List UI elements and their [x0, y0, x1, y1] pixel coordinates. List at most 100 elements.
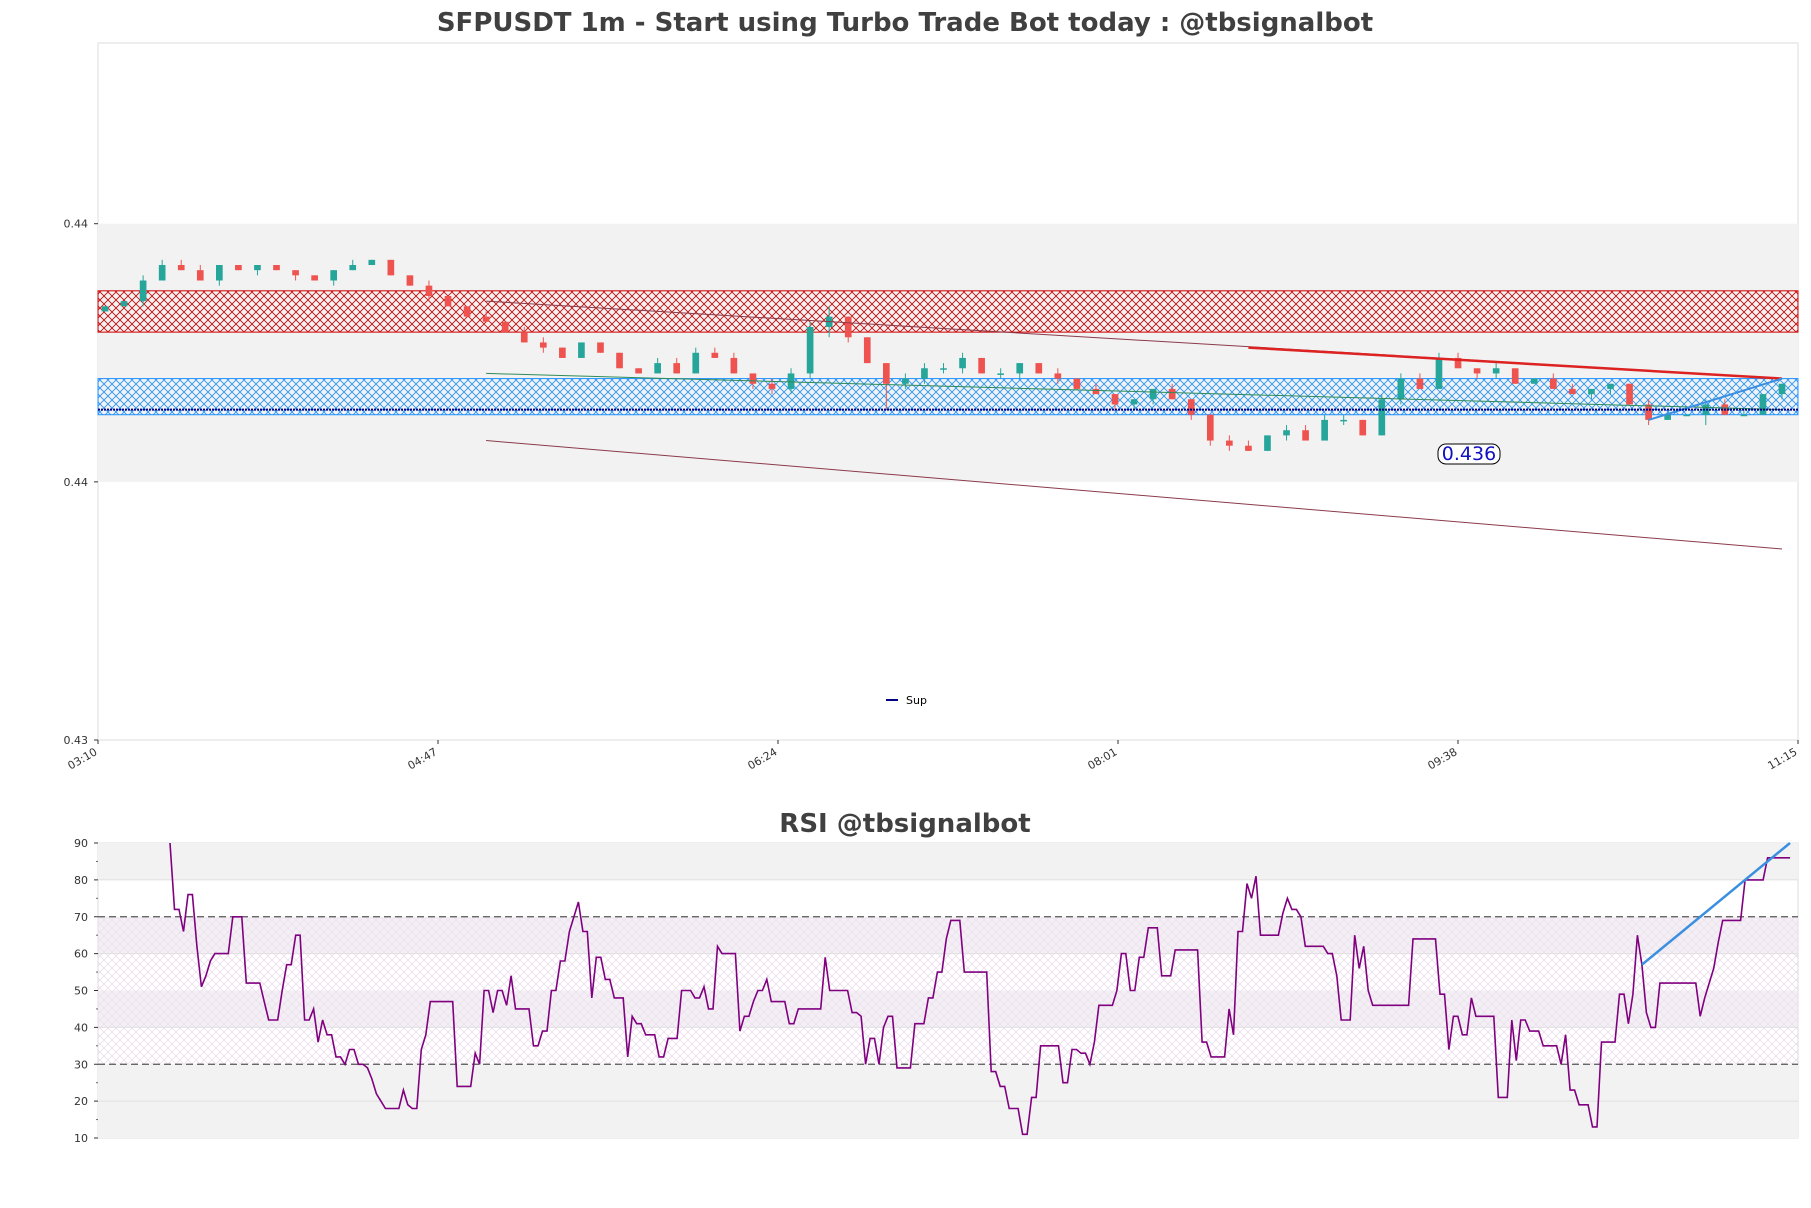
rsi-band-shade	[98, 990, 1798, 1028]
candle	[1645, 404, 1652, 420]
y-tick-label: 0.44	[64, 476, 89, 489]
x-tick-label: 06:24	[746, 745, 780, 772]
rsi-band	[98, 1064, 1798, 1102]
chart-root: SFPUSDT 1m - Start using Turbo Trade Bot…	[0, 0, 1811, 1208]
candle	[273, 265, 280, 271]
candle	[501, 321, 509, 333]
candle	[158, 265, 166, 281]
x-tick-label: 03:10	[66, 745, 100, 772]
candle	[216, 265, 223, 281]
candle	[654, 363, 661, 374]
rsi-y-tick-label: 70	[74, 911, 88, 924]
candle	[1683, 414, 1691, 417]
candle	[1473, 368, 1481, 374]
candle	[1054, 373, 1062, 379]
candle	[1092, 388, 1100, 395]
candle	[1264, 435, 1271, 451]
rsi-y-tick-label: 50	[74, 985, 88, 998]
candle	[597, 342, 604, 353]
candle	[1416, 378, 1424, 389]
candle	[997, 373, 1005, 375]
candle	[940, 368, 947, 370]
y-tick-label: 0.43	[64, 734, 89, 747]
candle	[311, 275, 318, 281]
candle	[787, 373, 795, 389]
candle	[1340, 419, 1348, 422]
candle	[482, 316, 490, 322]
main-y-ticks: 0.44 0.44 0.43	[64, 218, 98, 747]
candle	[1359, 419, 1367, 436]
rsi-chart-title: RSI @tbsignalbot	[779, 809, 1030, 839]
candle	[1168, 388, 1176, 400]
candle	[330, 270, 338, 281]
candle	[444, 295, 452, 307]
candle	[1283, 430, 1290, 436]
rsi-band	[98, 1101, 1798, 1138]
candle	[1511, 368, 1519, 384]
candle	[1226, 440, 1233, 446]
candle	[235, 265, 242, 271]
candle	[196, 270, 204, 281]
candle	[254, 265, 261, 271]
candle	[1397, 378, 1405, 400]
candle	[1569, 388, 1576, 395]
candle	[1607, 383, 1614, 389]
rsi-y-tick-label: 90	[74, 837, 88, 850]
candle	[673, 363, 681, 374]
candle	[692, 352, 700, 374]
x-tick-label: 08:01	[1086, 745, 1120, 772]
x-tick-label: 09:38	[1426, 745, 1460, 772]
candle	[959, 357, 966, 369]
candle	[139, 280, 147, 302]
candle	[1549, 378, 1557, 389]
y-tick-label: 0.44	[64, 218, 89, 231]
x-tick-label: 04:47	[406, 745, 440, 772]
candle	[1435, 357, 1443, 389]
legend-sup: Sup	[906, 694, 927, 707]
candle	[882, 363, 890, 384]
candle	[1740, 414, 1748, 417]
candle	[844, 316, 852, 338]
candle	[1187, 399, 1195, 415]
candle	[1530, 378, 1538, 384]
rsi-y-tick-label: 20	[74, 1095, 88, 1108]
candle	[749, 373, 757, 384]
candle	[1321, 419, 1328, 441]
rsi-y-ticks: 10 20 30 40 50 60 70 80 90	[74, 837, 98, 1145]
candle	[1588, 388, 1595, 395]
candle	[1206, 414, 1214, 441]
candle	[1016, 363, 1024, 374]
candle	[1778, 383, 1786, 395]
candle	[978, 357, 985, 374]
candle	[1492, 368, 1500, 374]
candle	[349, 265, 357, 271]
candle	[730, 357, 738, 374]
rsi-y-tick-label: 30	[74, 1058, 88, 1071]
candle	[1073, 378, 1081, 389]
candle	[177, 265, 185, 271]
candle	[1130, 399, 1138, 405]
x-tick-label: 11:15	[1766, 745, 1800, 772]
candle	[711, 352, 719, 358]
resistance-zone	[97, 290, 1799, 333]
candle	[292, 270, 299, 276]
candle	[368, 259, 376, 266]
candle	[1626, 383, 1633, 405]
candle	[463, 306, 471, 317]
candle	[406, 275, 414, 286]
price-label-box: 0.436	[1437, 443, 1501, 465]
candle	[902, 378, 909, 384]
candle	[806, 326, 814, 374]
candle	[768, 383, 776, 389]
candle	[120, 301, 128, 307]
main-chart-title: SFPUSDT 1m - Start using Turbo Trade Bot…	[437, 8, 1373, 38]
candle	[1111, 394, 1119, 405]
candle	[520, 332, 528, 343]
candle	[539, 342, 547, 348]
price-label: 0.436	[1442, 443, 1496, 465]
rsi-y-tick-label: 10	[74, 1132, 88, 1145]
candle	[1378, 399, 1386, 436]
candle	[101, 306, 109, 312]
candle	[1149, 388, 1157, 400]
candle	[1245, 445, 1252, 451]
